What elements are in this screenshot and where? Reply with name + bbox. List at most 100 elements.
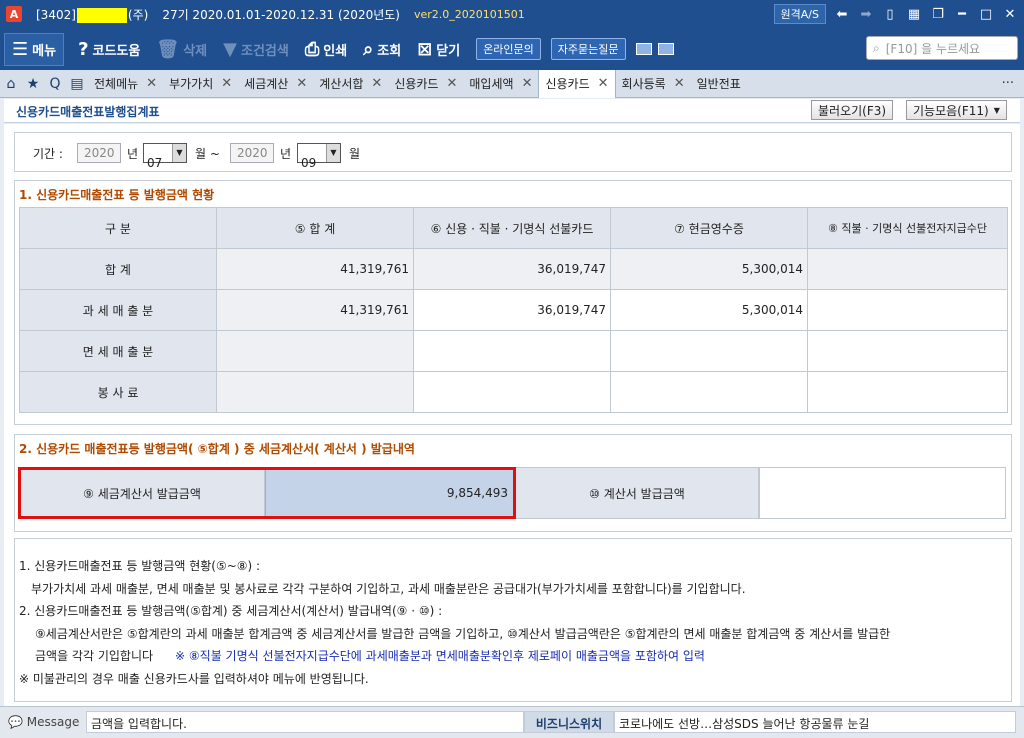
note-line: 금액을 각각 기입합니다 ※ ⑧직불 기명식 선불전자지급수단에 과세매출분과 면… xyxy=(35,649,705,663)
news-ticker[interactable]: 코로나에도 선방…삼성SDS 늘어난 항공물류 눈길 xyxy=(614,711,1016,733)
tab-close-icon[interactable]: ✕ xyxy=(522,76,533,91)
page-header: 신용카드매출전표발행집계표 불러오기(F3) 기능모음(F11) ▼ xyxy=(4,99,1020,123)
book-icon[interactable]: ▯ xyxy=(882,7,898,22)
tab-tax-invoice[interactable]: 세금계산 ✕ xyxy=(238,70,313,98)
tab-close-icon[interactable]: ✕ xyxy=(446,76,457,91)
tab-close-icon[interactable]: ✕ xyxy=(296,76,307,91)
window-controls: 원격A/S ⬅ ➡ ▯ ▦ ❐ ━ □ ✕ xyxy=(773,4,1018,24)
row-label: 면 세 매 출 분 xyxy=(19,330,217,372)
remote-as-button[interactable]: 원격A/S xyxy=(773,4,826,24)
header-total: ⑤ 합 계 xyxy=(216,207,414,249)
total-cell xyxy=(216,330,414,372)
delete-button[interactable]: 🗑 삭제 xyxy=(156,39,207,60)
total-cell: 41,319,761 xyxy=(216,289,414,331)
month-tilde: 월 ~ xyxy=(195,147,220,161)
close-icon[interactable]: ✕ xyxy=(1002,7,1018,22)
search-icon[interactable]: Q xyxy=(44,76,66,92)
message-label: 💬 Message xyxy=(8,715,80,729)
cash-cell[interactable] xyxy=(610,330,808,372)
invoice-row: ⑨ 세금계산서 발급금액 9,854,493 ⑩ 계산서 발급금액 xyxy=(15,467,1011,519)
code-help-button[interactable]: ? 코드도움 xyxy=(78,39,140,60)
online-inquiry-button[interactable]: 온라인문의 xyxy=(476,38,541,60)
status-bar: 💬 Message 금액을 입력합니다. 비즈니스위치 코로나에도 선방…삼성S… xyxy=(0,706,1024,738)
main-content: 기간 : 2020 년 07 ▼ 월 ~ 2020 년 09 ▼ 월 1. 신용카드… xyxy=(4,124,1020,706)
cash-cell[interactable] xyxy=(610,371,808,413)
filter-icon: ▼ xyxy=(223,38,237,60)
load-button[interactable]: 불러오기(F3) xyxy=(811,100,894,120)
chevron-down-icon: ▼ xyxy=(172,144,186,162)
search-input[interactable]: ⌕ [F10] 을 누르세요 xyxy=(866,36,1018,60)
layout-toggle-icon-2[interactable] xyxy=(657,43,674,55)
layout-toggle-icon-1[interactable] xyxy=(635,43,652,55)
faq-button[interactable]: 자주묻는질문 xyxy=(550,38,626,60)
message-text: 금액을 입력합니다. xyxy=(86,711,524,733)
tab-close-icon[interactable]: ✕ xyxy=(598,76,609,91)
close-button[interactable]: ⊠ 닫기 xyxy=(417,39,460,60)
epay-cell[interactable] xyxy=(807,371,1008,413)
menu-button[interactable]: ☰ 메뉴 xyxy=(4,32,65,66)
forward-arrow-icon[interactable]: ➡ xyxy=(858,7,874,22)
note-line: 1. 신용카드매출전표 등 발행금액 현황(⑤~⑧) : xyxy=(19,559,261,573)
back-arrow-icon[interactable]: ⬅ xyxy=(834,7,850,22)
tab-close-icon[interactable]: ✕ xyxy=(371,76,382,91)
company-info[interactable]: [3402] (주) xyxy=(36,6,148,23)
print-button[interactable]: ⎙ 인쇄 xyxy=(305,39,347,60)
period-label: 기간 : xyxy=(33,147,63,161)
highlight-box xyxy=(18,467,516,519)
calendar-icon[interactable]: ▤ xyxy=(66,76,88,92)
tab-close-icon[interactable]: ✕ xyxy=(221,76,232,91)
tab-credit-card-active[interactable]: 신용카드 ✕ xyxy=(538,69,616,98)
invoice-label: ⑩ 계산서 발급금액 xyxy=(515,467,759,519)
trash-icon: 🗑 xyxy=(156,38,180,60)
table-row: 합 계 41,319,761 36,019,747 5,300,014 xyxy=(19,248,1008,290)
tab-invoice-total[interactable]: 계산서합 ✕ xyxy=(313,70,388,98)
table-header-row: 구 분 ⑤ 합 계 ⑥ 신용 · 직불 · 기명식 선불카드 ⑦ 현금영수증 ⑧… xyxy=(19,207,1008,249)
star-icon[interactable]: ★ xyxy=(22,76,44,92)
tab-credit-card-1[interactable]: 신용카드 ✕ xyxy=(388,70,463,98)
start-year-field[interactable]: 2020 xyxy=(77,143,121,163)
functions-button[interactable]: 기능모음(F11) ▼ xyxy=(906,100,1007,120)
company-suffix: (주) xyxy=(127,7,149,22)
maximize-icon[interactable]: □ xyxy=(978,7,994,22)
end-year-field[interactable]: 2020 xyxy=(230,143,274,163)
issuance-table: 구 분 ⑤ 합 계 ⑥ 신용 · 직불 · 기명식 선불카드 ⑦ 현금영수증 ⑧… xyxy=(19,207,1008,413)
table-row: 면 세 매 출 분 xyxy=(19,330,1008,372)
year-unit: 년 xyxy=(127,147,139,161)
note-line: ※ 미불관리의 경우 매출 신용카드사를 입력하셔야 메뉴에 반영됩니다. xyxy=(19,671,369,686)
section1-title: 1. 신용카드매출전표 등 발행금액 현황 xyxy=(19,188,215,202)
more-tabs-icon[interactable]: ··· xyxy=(1002,76,1014,91)
invoice-issuance-section: 2. 신용카드 매출전표등 발행금액( ⑤합계 ) 중 세금계산서( 계산서 )… xyxy=(14,434,1012,532)
invoice-amount-input[interactable] xyxy=(759,467,1006,519)
condition-search-button[interactable]: ▼ 조건검색 xyxy=(223,39,289,60)
epay-cell[interactable] xyxy=(807,289,1008,331)
minimize-icon[interactable]: ━ xyxy=(954,7,970,22)
grid-icon[interactable]: ▦ xyxy=(906,7,922,22)
tab-vat[interactable]: 부가가치 ✕ xyxy=(163,70,238,98)
card-cell[interactable]: 36,019,747 xyxy=(413,289,611,331)
header-cash-receipt: ⑦ 현금영수증 xyxy=(610,207,808,249)
row-label: 합 계 xyxy=(19,248,217,290)
zeropay-note: ※ ⑧직불 기명식 선불전자지급수단에 과세매출분과 면세매출분확인후 제로페이… xyxy=(175,649,705,663)
lookup-button[interactable]: ⌕ 조회 xyxy=(363,39,401,60)
close-box-icon: ⊠ xyxy=(417,38,433,60)
app-icon: A xyxy=(6,6,22,22)
row-label: 과 세 매 출 분 xyxy=(19,289,217,331)
end-month-select[interactable]: 09 ▼ xyxy=(297,143,341,170)
cash-cell: 5,300,014 xyxy=(610,248,808,290)
cash-cell[interactable]: 5,300,014 xyxy=(610,289,808,331)
card-cell[interactable] xyxy=(413,330,611,372)
home-icon[interactable]: ⌂ xyxy=(0,76,22,92)
table-row: 과 세 매 출 분 41,319,761 36,019,747 5,300,01… xyxy=(19,289,1008,331)
header-card: ⑥ 신용 · 직불 · 기명식 선불카드 xyxy=(413,207,611,249)
tab-close-icon[interactable]: ✕ xyxy=(674,76,685,91)
tab-company-registration[interactable]: 회사등록 ✕ xyxy=(616,70,691,98)
epay-cell[interactable] xyxy=(807,330,1008,372)
start-month-select[interactable]: 07 ▼ xyxy=(143,143,187,170)
tab-input-tax[interactable]: 매입세액 ✕ xyxy=(463,70,538,98)
window-icon[interactable]: ❐ xyxy=(930,7,946,22)
tab-close-icon[interactable]: ✕ xyxy=(146,76,157,91)
card-cell[interactable] xyxy=(413,371,611,413)
total-cell xyxy=(216,371,414,413)
tab-general-voucher[interactable]: 일반전표 xyxy=(691,70,747,98)
tab-all-menu[interactable]: 전체메뉴 ✕ xyxy=(88,70,163,98)
